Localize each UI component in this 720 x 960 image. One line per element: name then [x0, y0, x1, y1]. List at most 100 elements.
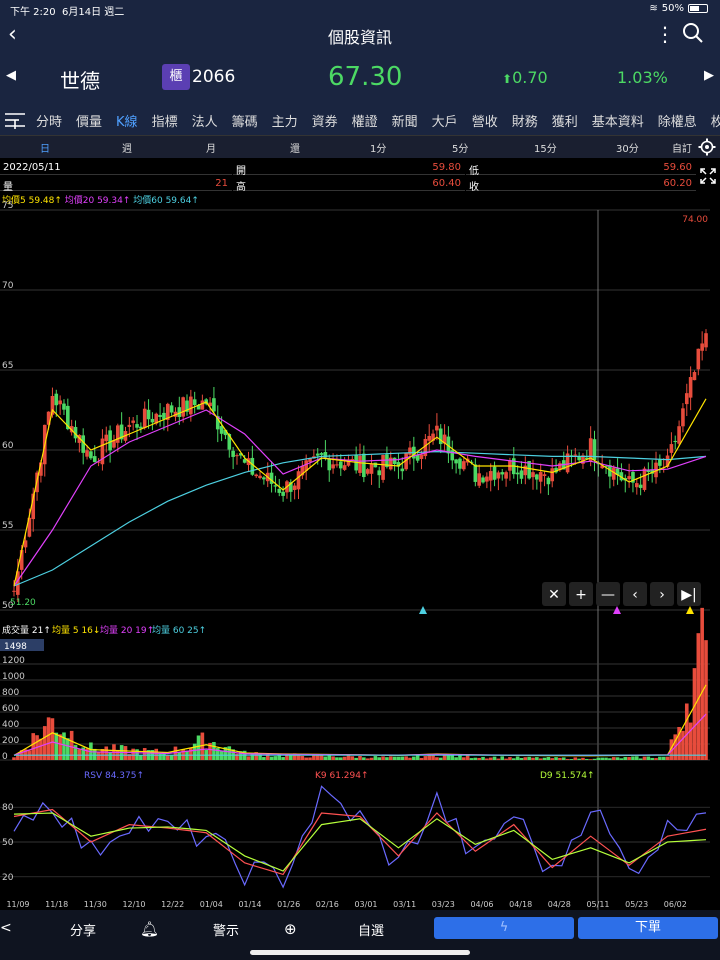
status-time: 下午 2:20 6月14日 週二	[10, 7, 125, 18]
volume-bar	[335, 757, 339, 760]
candle-body	[573, 454, 578, 456]
volume-bar	[369, 757, 374, 760]
candle-body	[408, 447, 412, 455]
date-label: 02/16	[316, 900, 339, 909]
candle-body	[669, 444, 674, 453]
tab-15[interactable]: 除權息	[658, 111, 697, 130]
chart-controls: ✕ + — ‹ › ▶|	[542, 582, 701, 606]
period-7[interactable]: 30分	[616, 140, 639, 155]
stock-chart[interactable]: 75 70 65 60 55 50 74.00 51.20 ✕ + — ‹ › ▶| 成交量 21↑ 均量 5…	[0, 200, 720, 910]
watchlist-button[interactable]: 自選	[358, 920, 384, 939]
tab-10[interactable]: 大戶	[432, 111, 458, 130]
volume-bar	[289, 755, 293, 760]
tab-6[interactable]: 主力	[272, 111, 298, 130]
volume-bar	[358, 755, 362, 760]
stock-price: 67.30	[328, 62, 403, 92]
volume-bar	[412, 756, 416, 760]
tab-11[interactable]: 營收	[472, 111, 498, 130]
tab-16[interactable]: 枚	[711, 111, 720, 130]
candle-body	[150, 418, 155, 423]
candle-body	[373, 462, 378, 468]
bell-icon[interactable]: 🔔︎	[140, 920, 159, 938]
candle-body	[546, 477, 551, 485]
tab-3[interactable]: 指標	[152, 111, 178, 130]
candle-body	[365, 469, 370, 474]
date-axis: 11/09 11/18 11/30 12/10 12/22 01/04 01/14 01/26…	[6, 900, 686, 909]
tab-8[interactable]: 權證	[352, 111, 378, 130]
add-circle-icon[interactable]: ⊕	[284, 920, 297, 938]
tab-7[interactable]: 資券	[312, 111, 338, 130]
date-label: 04/18	[509, 900, 532, 909]
candle-body	[692, 372, 697, 381]
order-button[interactable]: 下單	[578, 917, 718, 939]
volume-bar	[104, 746, 109, 760]
candle-body	[696, 348, 701, 370]
tab-13[interactable]: 獲利	[552, 111, 578, 130]
volume-bar	[273, 756, 278, 760]
volume-bar	[511, 758, 516, 760]
volume-bar	[615, 757, 620, 760]
volume-bar	[569, 759, 574, 760]
volume-bar	[558, 757, 562, 760]
volume-bar	[435, 757, 439, 760]
period-4[interactable]: 1分	[370, 140, 386, 155]
date-label: 03/11	[393, 900, 416, 909]
wifi-icon: ≋	[649, 3, 658, 14]
share-icon[interactable]: <	[0, 920, 12, 936]
volume-bar	[515, 756, 520, 760]
share-button[interactable]: 分享	[70, 920, 96, 939]
tab-4[interactable]: 法人	[192, 111, 218, 130]
volume-bar	[661, 756, 666, 760]
next-stock-arrow-icon[interactable]: ▶	[704, 68, 714, 83]
candle-body	[454, 459, 458, 464]
volume-bar	[577, 758, 581, 760]
volume-bar	[450, 755, 455, 760]
settings-gear-icon[interactable]	[698, 138, 716, 156]
period-5[interactable]: 5分	[452, 140, 468, 155]
tab-2[interactable]: K線	[116, 111, 138, 130]
tab-5[interactable]: 籌碼	[232, 111, 258, 130]
volume-bar	[473, 757, 478, 760]
volume-bar	[554, 757, 558, 760]
tab-1[interactable]: 價量	[76, 111, 102, 130]
period-6[interactable]: 15分	[534, 140, 557, 155]
tab-0[interactable]: 分時	[36, 111, 62, 130]
tab-12[interactable]: 財務	[512, 111, 538, 130]
period-3[interactable]: 還	[290, 140, 300, 155]
volume-bar	[39, 738, 43, 760]
tab-9[interactable]: 新聞	[392, 111, 418, 130]
period-2[interactable]: 月	[206, 140, 216, 155]
lightning-button[interactable]: ϟ	[434, 917, 574, 939]
candle-body	[335, 464, 339, 466]
home-indicator	[250, 950, 470, 955]
volume-bar	[438, 757, 443, 760]
volume-bar	[627, 757, 631, 760]
candle-body	[181, 397, 185, 417]
menu-icon[interactable]	[5, 111, 25, 129]
more-vertical-icon[interactable]: ⋮	[655, 22, 675, 46]
info-date: 2022/05/11	[0, 160, 232, 175]
tab-14[interactable]: 基本資料	[592, 111, 644, 130]
candle-body	[104, 434, 109, 442]
period-0[interactable]: 日	[40, 140, 50, 155]
candle-body	[200, 400, 205, 410]
volume-bar	[442, 755, 447, 760]
kd-tick-label: 80	[2, 803, 14, 813]
volume-bar	[611, 757, 616, 760]
alert-button[interactable]: 警示	[213, 920, 239, 939]
period-8[interactable]: 自訂	[672, 140, 692, 155]
vol-tick-label: 600	[2, 704, 19, 714]
fullscreen-icon[interactable]	[700, 168, 716, 184]
volume-bar	[535, 757, 539, 760]
candle-body	[212, 398, 216, 412]
period-1[interactable]: 週	[122, 140, 132, 155]
prev-stock-arrow-icon[interactable]: ◀	[6, 68, 16, 83]
volume-bar	[396, 756, 401, 760]
candle-body	[435, 425, 439, 431]
search-icon[interactable]	[682, 22, 704, 44]
status-bar: 下午 2:20 6月14日 週二 ≋ 50%	[0, 0, 720, 18]
volume-bar	[646, 756, 651, 760]
volume-bar	[269, 756, 274, 760]
volume-bar	[561, 757, 566, 760]
stock-name: 世德	[60, 69, 100, 93]
